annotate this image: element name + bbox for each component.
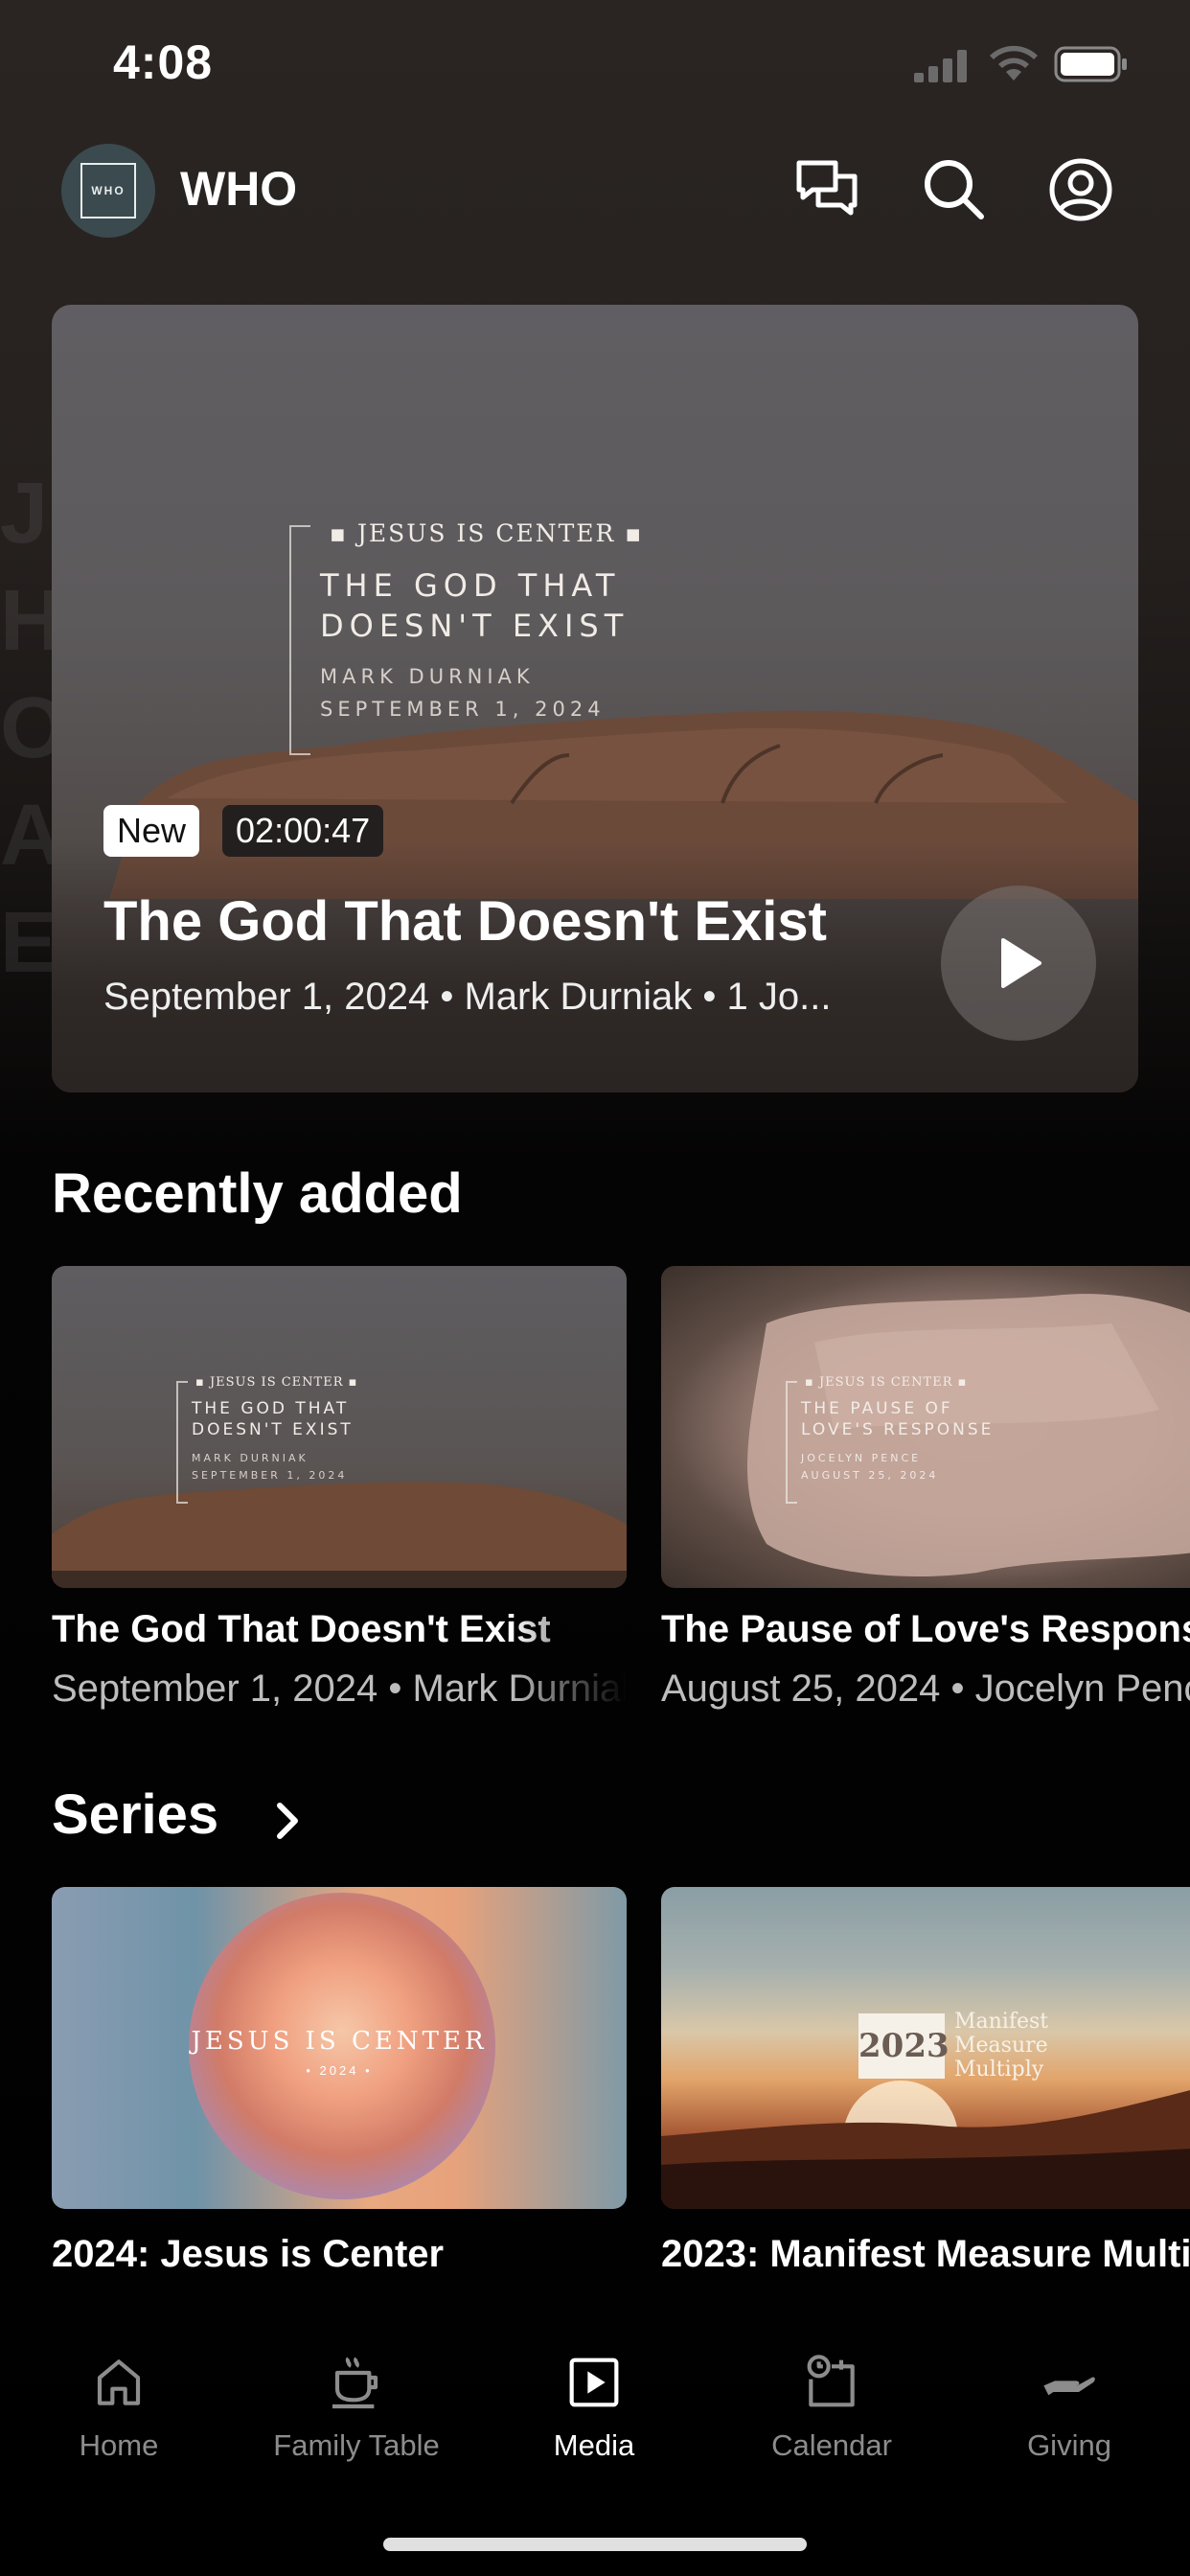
recent-item-meta: September 1, 2024 • Mark Durniak: [52, 1668, 627, 1710]
chevron-right-icon[interactable]: [268, 1798, 307, 1844]
hero-badges: New 02:00:47: [103, 805, 384, 857]
series-artwork-year: • 2024 •: [306, 2063, 373, 2078]
logo-text: WHO: [80, 163, 136, 218]
giving-hand-icon: [1043, 2377, 1095, 2396]
home-icon: [97, 2359, 141, 2405]
chat-icon[interactable]: [793, 155, 862, 224]
recent-item-title: The Pause of Love's Response: [661, 1608, 1190, 1650]
artwork-title: THE GOD THAT DOESN'T EXIST: [320, 567, 629, 644]
artwork-bracket: [786, 1381, 797, 1504]
tab-label: Family Table: [273, 2428, 440, 2462]
tab-home[interactable]: Home: [0, 2319, 238, 2463]
recent-item-title: The God That Doesn't Exist: [52, 1608, 551, 1650]
app-title: WHO: [180, 162, 298, 216]
hero-meta: September 1, 2024 • Mark Durniak • 1 Jo.…: [103, 976, 832, 1018]
play-icon: [1001, 938, 1041, 988]
home-indicator: [383, 2538, 807, 2551]
status-time: 4:08: [113, 35, 214, 89]
series-item-title: 2024: Jesus is Center: [52, 2233, 445, 2275]
series-artwork-year: 2023: [858, 2013, 950, 2079]
series-artwork-title: JESUS IS CENTER: [191, 2027, 488, 2056]
battery-icon: [1054, 46, 1127, 82]
recent-item-meta: August 25, 2024 • Jocelyn Pence: [661, 1668, 1190, 1710]
recently-added-title: Recently added: [52, 1162, 463, 1225]
tab-label: Calendar: [771, 2428, 892, 2462]
recent-item-card[interactable]: ▪ JESUS IS CENTER ▪ THE PAUSE OF LOVE'S …: [661, 1266, 1190, 1588]
artwork-date: AUGUST 25, 2024: [801, 1469, 939, 1482]
hero-artwork-text: ▪ JESUS IS CENTER ▪ THE GOD THAT DOESN'T…: [289, 519, 692, 765]
coffee-cup-icon: [332, 2357, 378, 2409]
artwork-date: SEPTEMBER 1, 2024: [192, 1469, 348, 1482]
search-icon[interactable]: [920, 155, 989, 224]
artwork-date: SEPTEMBER 1, 2024: [320, 698, 606, 721]
wifi-icon: [990, 45, 1038, 80]
tab-label: Media: [553, 2428, 635, 2462]
calendar-clock-icon: [807, 2355, 855, 2407]
tab-label: Giving: [1027, 2428, 1111, 2462]
card-artwork-text: ▪ JESUS IS CENTER ▪ THE PAUSE OF LOVE'S …: [786, 1375, 1073, 1515]
artwork-series: ▪ JESUS IS CENTER ▪: [805, 1375, 968, 1390]
series-title[interactable]: Series: [52, 1782, 218, 1847]
artwork-speaker: MARK DURNIAK: [192, 1452, 309, 1464]
tab-family-table[interactable]: Family Table: [238, 2319, 475, 2463]
duration-badge: 02:00:47: [222, 805, 384, 857]
card-artwork-text: ▪ JESUS IS CENTER ▪ THE GOD THAT DOESN'T…: [176, 1375, 425, 1515]
series-card[interactable]: JESUS IS CENTER • 2024 •: [52, 1887, 627, 2209]
artwork-bracket: [176, 1381, 188, 1504]
hero-title: The God That Doesn't Exist: [103, 890, 827, 953]
tab-calendar[interactable]: Calendar: [713, 2319, 950, 2463]
tab-giving[interactable]: Giving: [950, 2319, 1188, 2463]
background-ghost-art: JHOAE: [0, 466, 57, 991]
bottom-tab-bar: Home Family Table Media Calendar Giving: [0, 2319, 1190, 2472]
profile-icon[interactable]: [1046, 155, 1115, 224]
series-card[interactable]: 2023 Manifest Measure Multiply: [661, 1887, 1190, 2209]
church-logo[interactable]: WHO: [61, 144, 155, 238]
featured-sermon-card[interactable]: ▪ JESUS IS CENTER ▪ THE GOD THAT DOESN'T…: [52, 305, 1138, 1092]
play-button[interactable]: [941, 886, 1096, 1041]
cellular-signal-icon: [914, 50, 967, 82]
artwork-title: THE GOD THAT DOESN'T EXIST: [192, 1399, 354, 1439]
artwork-title: THE PAUSE OF LOVE'S RESPONSE: [801, 1399, 995, 1439]
artwork-bracket: [289, 525, 310, 755]
recent-item-card[interactable]: ▪ JESUS IS CENTER ▪ THE GOD THAT DOESN'T…: [52, 1266, 627, 1588]
artwork-series: ▪ JESUS IS CENTER ▪: [195, 1375, 358, 1390]
artwork-speaker: MARK DURNIAK: [320, 665, 535, 688]
series-artwork-words: Manifest Measure Multiply: [954, 2010, 1049, 2082]
artwork-series: ▪ JESUS IS CENTER ▪: [330, 519, 644, 547]
tab-label: Home: [79, 2428, 159, 2462]
new-badge: New: [103, 805, 200, 857]
play-square-icon: [569, 2358, 619, 2407]
status-bar: 4:08: [0, 0, 1190, 134]
series-item-title: 2023: Manifest Measure Multiply: [661, 2233, 1190, 2275]
tab-media[interactable]: Media: [475, 2319, 713, 2463]
artwork-speaker: JOCELYN PENCE: [801, 1452, 922, 1464]
app-header: WHO WHO: [0, 134, 1190, 249]
